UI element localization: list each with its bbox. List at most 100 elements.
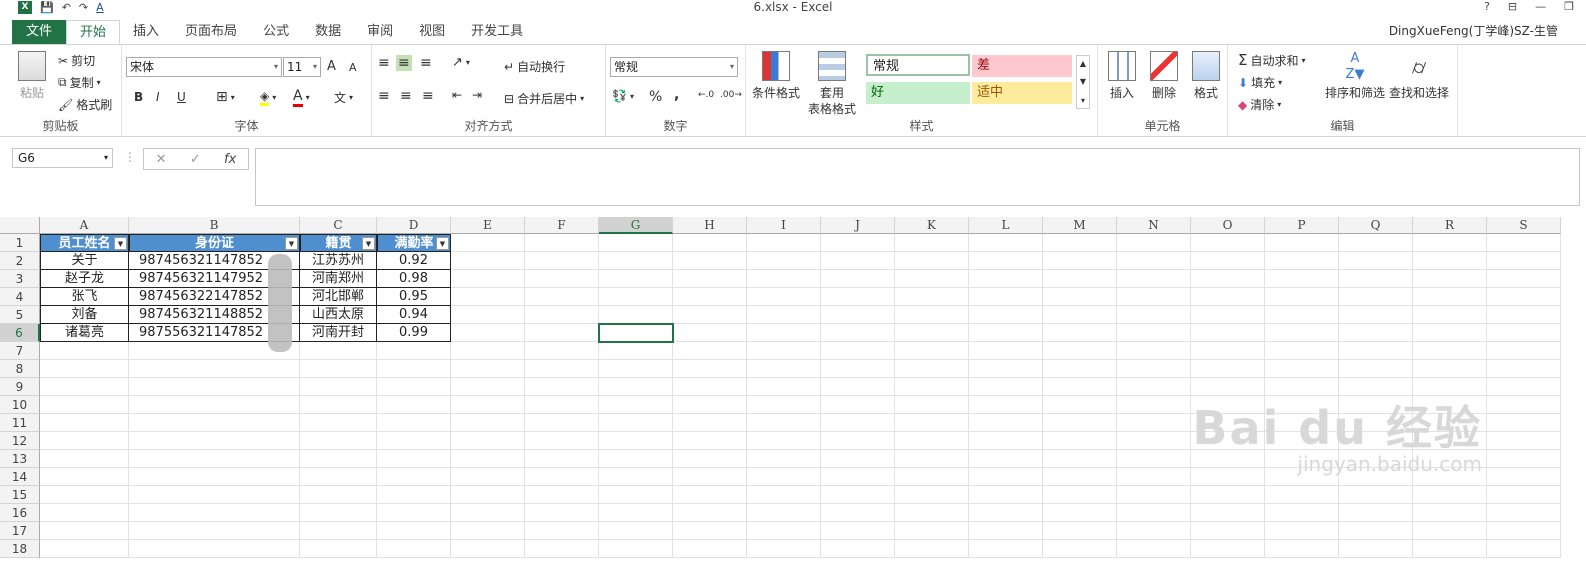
- grid-cell[interactable]: [821, 414, 895, 432]
- wrap-text-button[interactable]: ↵ 自动换行: [504, 58, 565, 75]
- grid-cell[interactable]: [377, 504, 451, 522]
- grid-cell[interactable]: [1413, 486, 1487, 504]
- grid-cell[interactable]: [40, 414, 129, 432]
- grid-cell[interactable]: [1413, 540, 1487, 558]
- help-icon[interactable]: ?: [1484, 0, 1490, 13]
- grid-cell[interactable]: [1339, 504, 1413, 522]
- accounting-format-icon[interactable]: 💱 ▾: [612, 89, 634, 103]
- column-header[interactable]: L: [969, 217, 1043, 234]
- grid-cell[interactable]: [821, 468, 895, 486]
- grid-cell[interactable]: [129, 432, 300, 450]
- grid-cell[interactable]: [969, 252, 1043, 270]
- grid-cell[interactable]: [451, 414, 525, 432]
- column-header[interactable]: M: [1043, 217, 1117, 234]
- grid-cell[interactable]: [525, 486, 599, 504]
- grid-cell[interactable]: [377, 486, 451, 504]
- grid-cell[interactable]: [1413, 504, 1487, 522]
- grid-cell[interactable]: [673, 342, 747, 360]
- grid-cell[interactable]: [747, 324, 821, 342]
- grid-cell[interactable]: [129, 504, 300, 522]
- grid-cell[interactable]: [895, 504, 969, 522]
- grid-cell[interactable]: [821, 270, 895, 288]
- grid-cell[interactable]: [673, 414, 747, 432]
- grid-cell[interactable]: [599, 270, 673, 288]
- grid-cell[interactable]: [1117, 234, 1191, 252]
- grid-cell[interactable]: [1413, 342, 1487, 360]
- row-header[interactable]: 13: [0, 450, 40, 468]
- grid-cell[interactable]: [1265, 342, 1339, 360]
- grid-cell[interactable]: [673, 288, 747, 306]
- grid-cell[interactable]: [451, 468, 525, 486]
- grid-cell[interactable]: [1487, 360, 1561, 378]
- column-header[interactable]: J: [821, 217, 895, 234]
- table-header-cell[interactable]: 满勤率 ▼: [377, 234, 451, 252]
- decrease-indent-icon[interactable]: ⇤: [452, 88, 462, 102]
- grid-cell[interactable]: [747, 432, 821, 450]
- grid-cell[interactable]: [1413, 324, 1487, 342]
- grid-cell[interactable]: [40, 468, 129, 486]
- grid-cell[interactable]: [1117, 396, 1191, 414]
- underline-button[interactable]: U: [177, 90, 186, 104]
- grid-cell[interactable]: [895, 540, 969, 558]
- grid-cell[interactable]: [969, 378, 1043, 396]
- grid-cell[interactable]: [1413, 522, 1487, 540]
- tab-page-layout[interactable]: 页面布局: [172, 20, 250, 44]
- grid-cell[interactable]: [821, 450, 895, 468]
- grid-cell[interactable]: [451, 270, 525, 288]
- grid-cell[interactable]: [300, 522, 377, 540]
- sort-filter-button[interactable]: A Z▼ 排序和筛选: [1324, 51, 1386, 101]
- grid-cell[interactable]: [1117, 432, 1191, 450]
- autosum-button[interactable]: Σ 自动求和 ▾: [1238, 51, 1306, 69]
- grid-cell[interactable]: [1043, 360, 1117, 378]
- grid-cell[interactable]: [1413, 360, 1487, 378]
- column-header[interactable]: I: [747, 217, 821, 234]
- grid-cell[interactable]: [1339, 522, 1413, 540]
- grid-cell[interactable]: [969, 288, 1043, 306]
- grid-cell[interactable]: [300, 450, 377, 468]
- grid-cell[interactable]: [1339, 360, 1413, 378]
- grid-cell[interactable]: [1487, 396, 1561, 414]
- grid-cell[interactable]: [969, 486, 1043, 504]
- grid-cell[interactable]: [821, 360, 895, 378]
- grid-cell[interactable]: [300, 342, 377, 360]
- grid-cell[interactable]: [1043, 396, 1117, 414]
- ribbon-display-icon[interactable]: ⊟: [1508, 0, 1517, 13]
- grid-cell[interactable]: [1117, 414, 1191, 432]
- enter-icon[interactable]: ✓: [190, 152, 201, 167]
- grid-cell[interactable]: [747, 360, 821, 378]
- grid-cell[interactable]: [525, 414, 599, 432]
- align-left-icon[interactable]: ≡: [378, 88, 390, 104]
- grid-cell[interactable]: [599, 468, 673, 486]
- table-data-cell[interactable]: 河北邯郸: [300, 288, 377, 306]
- grid-cell[interactable]: [1487, 378, 1561, 396]
- table-data-cell[interactable]: 山西太原: [300, 306, 377, 324]
- grid-cell[interactable]: [377, 378, 451, 396]
- grid-cell[interactable]: [451, 342, 525, 360]
- table-data-cell[interactable]: 河南郑州: [300, 270, 377, 288]
- grid-cell[interactable]: [1265, 540, 1339, 558]
- table-data-cell[interactable]: 河南开封: [300, 324, 377, 342]
- grid-cell[interactable]: [129, 540, 300, 558]
- grid-cell[interactable]: [129, 360, 300, 378]
- clear-button[interactable]: ◆ 清除 ▾: [1238, 96, 1281, 113]
- grid-cell[interactable]: [300, 468, 377, 486]
- grid-cell[interactable]: [451, 522, 525, 540]
- fill-color-button[interactable]: ◈ ▾: [260, 89, 276, 106]
- style-good[interactable]: 好: [866, 82, 970, 104]
- grid-cell[interactable]: [1117, 468, 1191, 486]
- grid-cell[interactable]: [1117, 360, 1191, 378]
- grid-cell[interactable]: [1487, 432, 1561, 450]
- restore-icon[interactable]: ❐: [1564, 0, 1574, 13]
- grid-cell[interactable]: [1265, 234, 1339, 252]
- grid-cell[interactable]: [525, 378, 599, 396]
- grid-cell[interactable]: [895, 486, 969, 504]
- column-header[interactable]: B: [129, 217, 300, 234]
- grid-cell[interactable]: [1043, 270, 1117, 288]
- grid-cell[interactable]: [673, 486, 747, 504]
- grid-cell[interactable]: [895, 432, 969, 450]
- grid-cell[interactable]: [1487, 450, 1561, 468]
- grid-cell[interactable]: [673, 432, 747, 450]
- grid-cell[interactable]: [129, 378, 300, 396]
- grid-cell[interactable]: [1117, 540, 1191, 558]
- grid-cell[interactable]: [129, 468, 300, 486]
